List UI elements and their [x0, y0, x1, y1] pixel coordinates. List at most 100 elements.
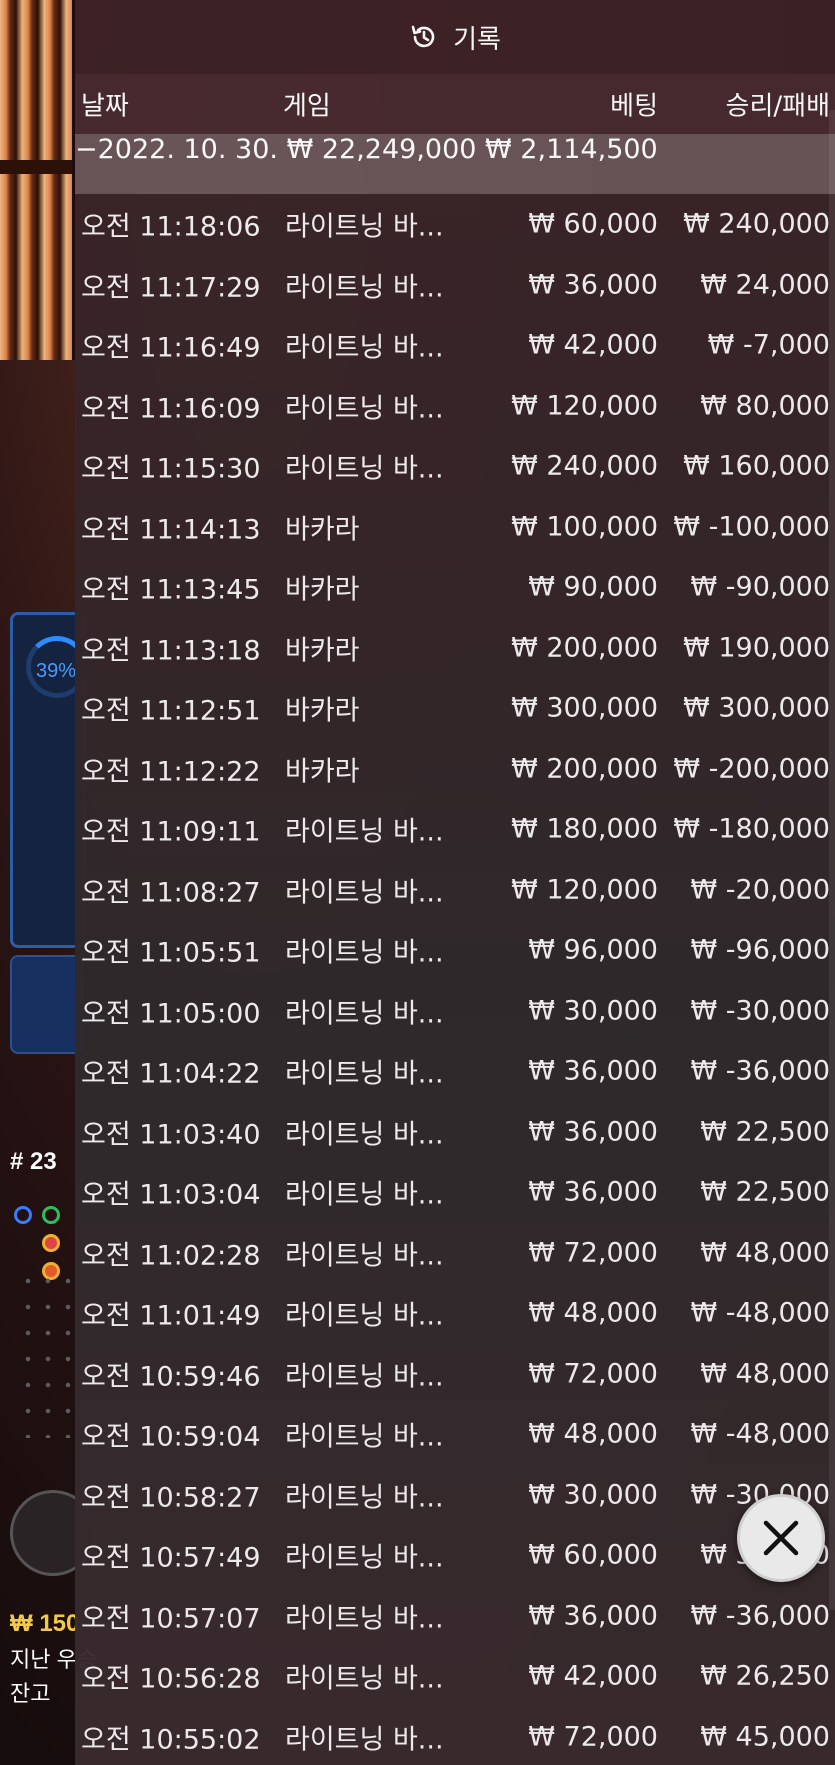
history-row[interactable]: 오전 11:02:28 라이트닝 바... ₩ 72,000 ₩ 48,000	[75, 1223, 835, 1284]
row-time: 오전 11:05:51	[81, 937, 261, 969]
history-row[interactable]: 오전 11:03:40 라이트닝 바... ₩ 36,000 ₩ 22,500	[75, 1102, 835, 1163]
row-time: 오전 11:17:29	[81, 272, 261, 304]
column-header-bet[interactable]: 베팅	[610, 86, 658, 123]
group-date: −2022. 10. 30.	[75, 134, 278, 165]
row-game: 라이트닝 바...	[285, 1421, 444, 1453]
row-time: 오전 10:56:28	[81, 1663, 261, 1695]
history-row[interactable]: 오전 10:57:49라이트닝 바...₩ 60,000₩ 37,500	[75, 1525, 835, 1586]
history-row[interactable]: 오전 11:03:04 라이트닝 바... ₩ 36,000 ₩ 22,500	[75, 1162, 835, 1223]
scrollbar[interactable]	[829, 110, 835, 1610]
row-result: ₩ 190,000	[683, 632, 830, 664]
history-row[interactable]: 오전 11:16:49 라이트닝 바... ₩ 42,000 ₩ -7,000	[75, 315, 835, 376]
row-time: 오전 11:05:00	[81, 998, 261, 1030]
column-header-game[interactable]: 게임	[283, 86, 331, 123]
row-bet: ₩ 36,000	[528, 269, 658, 301]
row-bet: ₩ 72,000	[528, 1358, 658, 1390]
row-bet: ₩ 120,000	[511, 874, 658, 906]
history-row[interactable]: 오전 11:01:49 라이트닝 바... ₩ 48,000 ₩ -48,000	[75, 1283, 835, 1344]
row-game: 라이트닝 바...	[285, 1240, 444, 1272]
row-bet: ₩ 60,000	[528, 1539, 658, 1571]
column-header-date[interactable]: 날짜	[81, 86, 129, 123]
row-game: 라이트닝 바...	[285, 998, 444, 1030]
row-result: ₩ 240,000	[683, 208, 830, 240]
stats-percent: 39%	[36, 660, 77, 682]
column-header-result[interactable]: 승리/패배	[726, 86, 830, 123]
history-row[interactable]: 오전 10:57:07 라이트닝 바... ₩ 36,000 ₩ -36,000	[75, 1586, 835, 1647]
group-total-bet: ₩ 22,249,000	[286, 134, 477, 165]
row-result: ₩ 22,500	[700, 1116, 830, 1148]
row-game: 바카라	[285, 695, 360, 727]
history-row[interactable]: 오전 11:17:29 라이트닝 바... ₩ 36,000 ₩ 24,000	[75, 255, 835, 316]
row-result: ₩ 26,250	[700, 1660, 830, 1692]
row-result: ₩ -48,000	[690, 1297, 831, 1329]
row-bet: ₩ 180,000	[511, 813, 658, 845]
history-row[interactable]: 오전 11:09:11 라이트닝 바... ₩ 180,000 ₩ -180,000	[75, 799, 835, 860]
row-result: ₩ -7,000	[707, 329, 830, 361]
bead-green	[42, 1206, 60, 1224]
close-icon	[763, 1520, 799, 1556]
history-row[interactable]: 오전 11:18:06 라이트닝 바... ₩ 60,000 ₩ 240,000	[75, 194, 835, 255]
history-icon	[409, 22, 439, 52]
history-row[interactable]: 오전 11:05:00 라이트닝 바... ₩ 30,000 ₩ -30,000	[75, 981, 835, 1042]
row-bet: ₩ 100,000	[511, 511, 658, 543]
row-result: ₩ -36,000	[690, 1600, 831, 1632]
row-time: 오전 11:12:22	[81, 756, 261, 788]
row-result: ₩ -100,000	[673, 511, 830, 543]
close-button[interactable]	[737, 1494, 825, 1582]
row-time: 오전 11:03:04	[81, 1179, 261, 1211]
row-game: 라이트닝 바...	[285, 1179, 444, 1211]
history-row[interactable]: 오전 10:59:04 라이트닝 바... ₩ 48,000 ₩ -48,000	[75, 1404, 835, 1465]
history-row[interactable]: 오전 11:13:45 바카라 ₩ 90,000 ₩ -90,000	[75, 557, 835, 618]
row-game: 바카라	[285, 514, 360, 546]
row-time: 오전 11:15:30	[81, 453, 261, 485]
history-row[interactable]: 오전 11:15:30 라이트닝 바... ₩ 240,000 ₩ 160,000	[75, 436, 835, 497]
row-result: ₩ -30,000	[690, 995, 831, 1027]
history-row[interactable]: 오전 11:13:18 바카라 ₩ 200,000 ₩ 190,000	[75, 618, 835, 679]
history-row[interactable]: 오전 11:16:09 라이트닝 바... ₩ 120,000 ₩ 80,000	[75, 376, 835, 437]
row-bet: ₩ 42,000	[528, 1660, 658, 1692]
row-bet: ₩ 60,000	[528, 208, 658, 240]
row-bet: ₩ 36,000	[528, 1116, 658, 1148]
row-game: 라이트닝 바...	[285, 393, 444, 425]
history-list[interactable]: 오전 11:18:06 라이트닝 바... ₩ 60,000 ₩ 240,000 오전 …	[75, 194, 835, 1765]
row-bet: ₩ 72,000	[528, 1237, 658, 1269]
row-result: ₩ 22,500	[700, 1176, 830, 1208]
history-row[interactable]: 오전 11:05:51 라이트닝 바... ₩ 96,000 ₩ -96,000	[75, 920, 835, 981]
row-bet: ₩ 36,000	[528, 1176, 658, 1208]
row-game: 바카라	[285, 574, 360, 606]
round-number: # 23	[10, 1148, 57, 1175]
history-row[interactable]: 오전 10:56:28 라이트닝 바... ₩ 42,000 ₩ 26,250	[75, 1646, 835, 1707]
row-bet: ₩ 200,000	[511, 632, 658, 664]
group-total-result: ₩ 2,114,500	[485, 134, 658, 165]
row-result: ₩ 45,000	[700, 1721, 830, 1753]
row-bet: ₩ 36,000	[528, 1055, 658, 1087]
row-game: 라이트닝 바...	[285, 1482, 444, 1514]
date-group-row[interactable]: −2022. 10. 30. ₩ 22,249,000 ₩ 2,114,500	[75, 134, 835, 194]
row-time: 오전 11:09:11	[81, 816, 261, 848]
row-game: 라이트닝 바...	[285, 1542, 444, 1574]
row-bet: ₩ 48,000	[528, 1297, 658, 1329]
history-row[interactable]: 오전 11:12:51 바카라 ₩ 300,000 ₩ 300,000	[75, 678, 835, 739]
row-result: ₩ 24,000	[700, 269, 830, 301]
row-result: ₩ -180,000	[673, 813, 830, 845]
history-row[interactable]: 오전 10:55:02 라이트닝 바... ₩ 72,000 ₩ 45,000	[75, 1707, 835, 1765]
row-time: 오전 11:18:06	[81, 211, 261, 243]
history-panel: 기록 날짜 게임 베팅 승리/패배 −2022. 10. 30. ₩ 22,24…	[75, 0, 835, 1765]
row-time: 오전 10:58:27	[81, 1482, 261, 1514]
row-bet: ₩ 30,000	[528, 1479, 658, 1511]
row-game: 바카라	[285, 635, 360, 667]
history-row[interactable]: 오전 11:08:27 라이트닝 바... ₩ 120,000 ₩ -20,000	[75, 860, 835, 921]
history-row[interactable]: 오전 11:14:13 바카라 ₩ 100,000 ₩ -100,000	[75, 497, 835, 558]
panel-header: 기록	[75, 0, 835, 74]
bead-road-grid	[18, 1268, 74, 1438]
decorative-lamp	[0, 0, 78, 360]
row-time: 오전 11:13:18	[81, 635, 261, 667]
history-row[interactable]: 오전 11:04:22 라이트닝 바... ₩ 36,000 ₩ -36,000	[75, 1041, 835, 1102]
history-row[interactable]: 오전 10:59:46 라이트닝 바... ₩ 72,000 ₩ 48,000	[75, 1344, 835, 1405]
stats-panel-secondary[interactable]	[10, 955, 84, 1054]
history-row[interactable]: 오전 11:12:22 바카라 ₩ 200,000 ₩ -200,000	[75, 739, 835, 800]
history-row[interactable]: 오전 10:58:27 라이트닝 바... ₩ 30,000 ₩ -30,000	[75, 1465, 835, 1526]
row-bet: ₩ 72,000	[528, 1721, 658, 1753]
row-bet: ₩ 90,000	[528, 571, 658, 603]
row-game: 라이트닝 바...	[285, 1361, 444, 1393]
